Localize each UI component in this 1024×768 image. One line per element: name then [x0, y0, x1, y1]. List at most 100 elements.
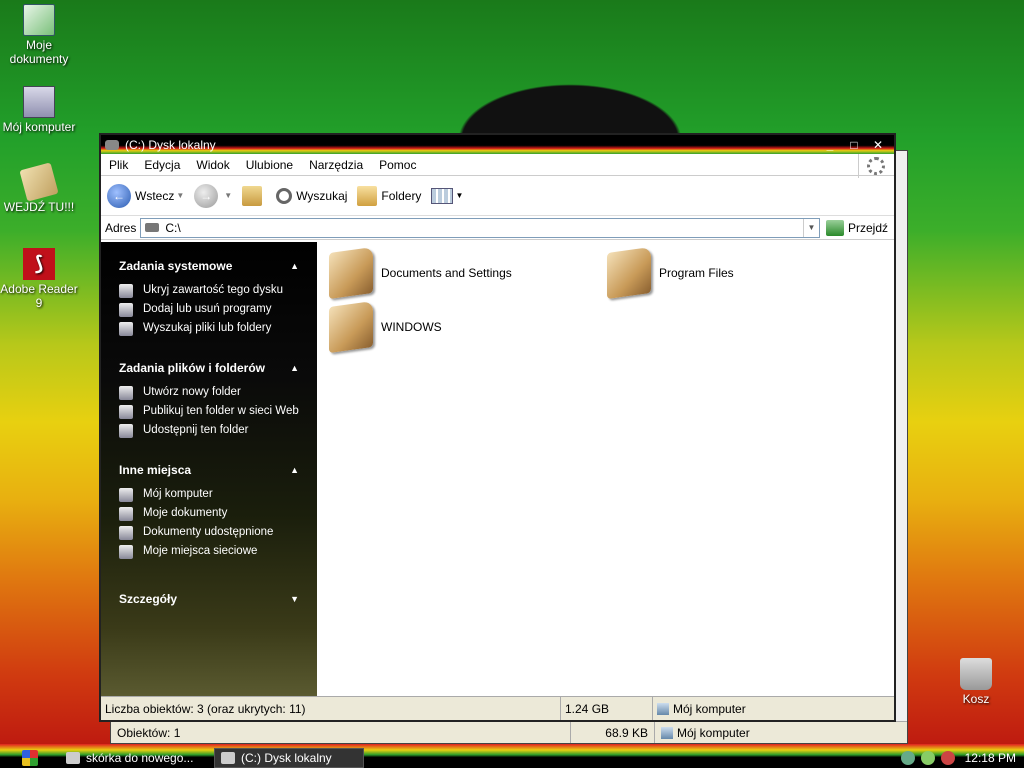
task-section-system: Zadania systemowe ▲ Ukryj zawartość tego…: [109, 256, 309, 336]
taskbar-item-explorer[interactable]: (C:) Dysk lokalny: [214, 748, 364, 768]
menu-edit[interactable]: Edycja: [136, 158, 188, 172]
search-button[interactable]: Wyszukaj: [276, 187, 347, 204]
address-bar: Adres C:\ ▼ Przejdź: [101, 216, 894, 240]
folder-windows[interactable]: WINDOWS: [329, 300, 442, 354]
my-documents-icon: [119, 507, 133, 521]
address-input[interactable]: C:\ ▼: [140, 217, 820, 238]
network-tray-icon[interactable]: [900, 751, 915, 765]
menu-help[interactable]: Pomoc: [371, 158, 424, 172]
section-title: Szczegóły: [119, 592, 178, 606]
place-my-computer[interactable]: Mój komputer: [119, 488, 299, 502]
task-section-header[interactable]: Szczegóły ▼: [109, 589, 309, 609]
place-my-documents[interactable]: Moje dokumenty: [119, 507, 299, 521]
my-computer-icon: [119, 488, 133, 502]
chevron-down-icon[interactable]: ▼: [176, 191, 184, 200]
drive-icon: [145, 223, 160, 232]
go-button[interactable]: Przejdź: [820, 219, 894, 236]
task-publish-web[interactable]: Publikuj ten folder w sieci Web: [119, 405, 299, 419]
my-documents-icon: [23, 4, 55, 36]
system-tray: 12:18 PM: [895, 748, 1024, 768]
task-add-remove-programs[interactable]: Dodaj lub usuń programy: [119, 303, 299, 317]
update-tray-icon[interactable]: [920, 751, 935, 765]
close-button[interactable]: ✕: [870, 138, 886, 152]
collapse-icon[interactable]: ▲: [290, 363, 299, 373]
status-size: 1.24 GB: [561, 697, 653, 720]
folders-button[interactable]: Foldery: [357, 185, 422, 206]
explorer-window[interactable]: (C:) Dysk lokalny _ □ ✕ Plik Edycja Wido…: [99, 133, 896, 722]
chevron-down-icon[interactable]: ▼: [224, 191, 232, 200]
task-label: Utwórz nowy folder: [143, 386, 241, 398]
views-icon: [431, 187, 454, 204]
desktop-icon-label: Mój komputer: [2, 120, 76, 134]
desktop-icon-my-documents[interactable]: Moje dokumenty: [0, 4, 78, 66]
task-label: Udostępnij ten folder: [143, 424, 249, 436]
task-pane: Zadania systemowe ▲ Ukryj zawartość tego…: [101, 242, 317, 696]
my-computer-icon: [23, 86, 55, 118]
menu-view[interactable]: Widok: [188, 158, 237, 172]
folder-up-icon: [242, 185, 263, 206]
task-hide-drive[interactable]: Ukryj zawartość tego dysku: [119, 284, 299, 298]
maximize-button[interactable]: □: [846, 138, 862, 152]
my-computer-icon: [661, 727, 673, 739]
folders-label: Foldery: [381, 188, 422, 203]
status-location-label: Mój komputer: [673, 702, 746, 716]
menu-favorites[interactable]: Ulubione: [238, 158, 301, 172]
drive-icon: [221, 752, 235, 764]
folder-label: WINDOWS: [381, 320, 442, 334]
shared-documents-icon: [119, 526, 133, 540]
status-location-label: Mój komputer: [677, 726, 750, 740]
drive-icon: [105, 139, 119, 150]
task-section-header[interactable]: Inne miejsca ▲: [109, 460, 309, 480]
go-arrow-icon: [825, 219, 844, 236]
folders-icon: [357, 185, 378, 206]
task-section-header[interactable]: Zadania plików i folderów ▲: [109, 358, 309, 378]
task-section-header[interactable]: Zadania systemowe ▲: [109, 256, 309, 276]
security-tray-icon[interactable]: [940, 751, 955, 765]
network-places-icon: [119, 545, 133, 559]
desktop-icon-recycle-bin[interactable]: Kosz: [937, 658, 1015, 706]
expand-icon[interactable]: ▼: [290, 594, 299, 604]
desktop-icon-wejdz[interactable]: WEJDŹ TU!!!: [0, 162, 78, 214]
chevron-down-icon[interactable]: ▼: [802, 218, 819, 237]
taskbar-item-skorka[interactable]: skórka do nowego...: [60, 748, 210, 768]
start-button[interactable]: [0, 748, 60, 768]
collapse-icon[interactable]: ▲: [290, 465, 299, 475]
clock[interactable]: 12:18 PM: [965, 751, 1016, 765]
folder-documents-and-settings[interactable]: Documents and Settings: [329, 246, 512, 300]
section-title: Inne miejsca: [119, 463, 192, 477]
status-location: Mój komputer: [655, 722, 907, 743]
forward-button[interactable]: → ▼: [194, 183, 232, 208]
task-share-folder[interactable]: Udostępnij ten folder: [119, 424, 299, 438]
status-size: 68.9 KB: [571, 722, 655, 743]
place-shared-documents[interactable]: Dokumenty udostępnione: [119, 526, 299, 540]
search-icon: [276, 187, 293, 204]
desktop-icon-label: Moje dokumenty: [9, 38, 69, 66]
hide-icon: [119, 284, 133, 298]
back-button[interactable]: ← Wstecz ▼: [107, 183, 184, 208]
publish-web-icon: [119, 405, 133, 419]
section-title: Zadania systemowe: [119, 259, 233, 273]
content-area: Zadania systemowe ▲ Ukryj zawartość tego…: [101, 242, 894, 696]
title-bar[interactable]: (C:) Dysk lokalny _ □ ✕: [101, 135, 894, 154]
menu-file[interactable]: Plik: [101, 158, 136, 172]
back-arrow-icon: ←: [107, 183, 131, 208]
collapse-icon[interactable]: ▲: [290, 261, 299, 271]
desktop-icon-label: Kosz: [962, 692, 990, 706]
desktop-icon-label: WEJDŹ TU!!!: [3, 200, 75, 214]
task-label: Dokumenty udostępnione: [143, 526, 274, 538]
place-network-places[interactable]: Moje miejsca sieciowe: [119, 545, 299, 559]
folder-program-files[interactable]: Program Files: [607, 246, 734, 300]
task-section-other-places: Inne miejsca ▲ Mój komputer Moje dokumen…: [109, 460, 309, 559]
task-new-folder[interactable]: Utwórz nowy folder: [119, 386, 299, 400]
minimize-button[interactable]: _: [822, 138, 838, 152]
task-search-files[interactable]: Wyszukaj pliki lub foldery: [119, 322, 299, 336]
my-computer-icon: [657, 703, 669, 715]
desktop-icon-my-computer[interactable]: Mój komputer: [0, 86, 78, 134]
desktop-icon-adobe-reader[interactable]: ⟆ Adobe Reader 9: [0, 248, 78, 310]
recycle-bin-icon: [960, 658, 992, 690]
throbber-icon: [858, 154, 892, 178]
up-button[interactable]: [242, 185, 266, 206]
views-button[interactable]: ▼: [431, 187, 463, 204]
file-list: Documents and Settings Program Files WIN…: [317, 242, 894, 696]
menu-tools[interactable]: Narzędzia: [301, 158, 371, 172]
